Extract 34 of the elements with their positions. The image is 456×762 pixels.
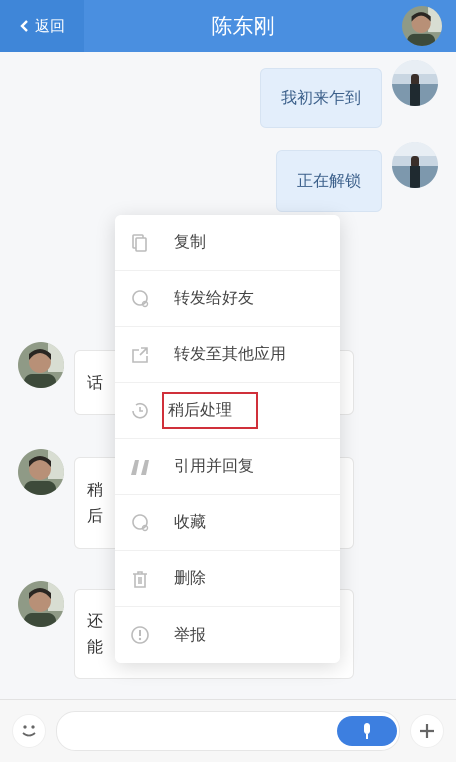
menu-item-label: 复制	[173, 231, 207, 253]
copy-icon	[130, 232, 150, 252]
chat-bubble-icon	[130, 288, 150, 308]
exclamation-icon	[130, 625, 150, 645]
menu-item-label: 稍后处理	[162, 392, 258, 429]
message-input-field[interactable]	[56, 711, 400, 751]
back-button[interactable]: 返回	[0, 0, 84, 52]
plus-icon	[419, 723, 435, 739]
menu-item[interactable]: 稍后处理	[115, 383, 340, 439]
smiley-icon	[20, 724, 38, 738]
chat-title: 陈东刚	[212, 13, 274, 40]
voice-button[interactable]	[337, 716, 397, 746]
chat-bubble-icon	[130, 512, 150, 532]
menu-item[interactable]: 收藏	[115, 495, 340, 551]
add-button[interactable]	[410, 714, 444, 748]
chevron-left-icon	[19, 19, 29, 33]
message-bubble: 我初来乍到	[260, 68, 382, 128]
menu-item[interactable]: 举报	[115, 607, 340, 663]
menu-item[interactable]: 复制	[115, 215, 340, 271]
message-bubble: 正在解锁	[276, 150, 382, 212]
menu-item[interactable]: 引用并回复	[115, 439, 340, 495]
menu-item-label: 举报	[173, 624, 207, 646]
share-icon	[130, 344, 150, 364]
menu-item-label: 引用并回复	[173, 455, 255, 477]
menu-item[interactable]: 转发给好友	[115, 271, 340, 327]
menu-item-label: 收藏	[173, 511, 207, 533]
trash-icon	[130, 568, 150, 588]
microphone-icon	[362, 723, 372, 739]
emoji-button[interactable]	[12, 714, 46, 748]
menu-item[interactable]: 转发至其他应用	[115, 327, 340, 383]
menu-item[interactable]: 删除	[115, 551, 340, 607]
menu-item-label: 删除	[173, 567, 207, 589]
clock-icon	[130, 400, 150, 420]
menu-item-label: 转发给好友	[173, 287, 255, 309]
